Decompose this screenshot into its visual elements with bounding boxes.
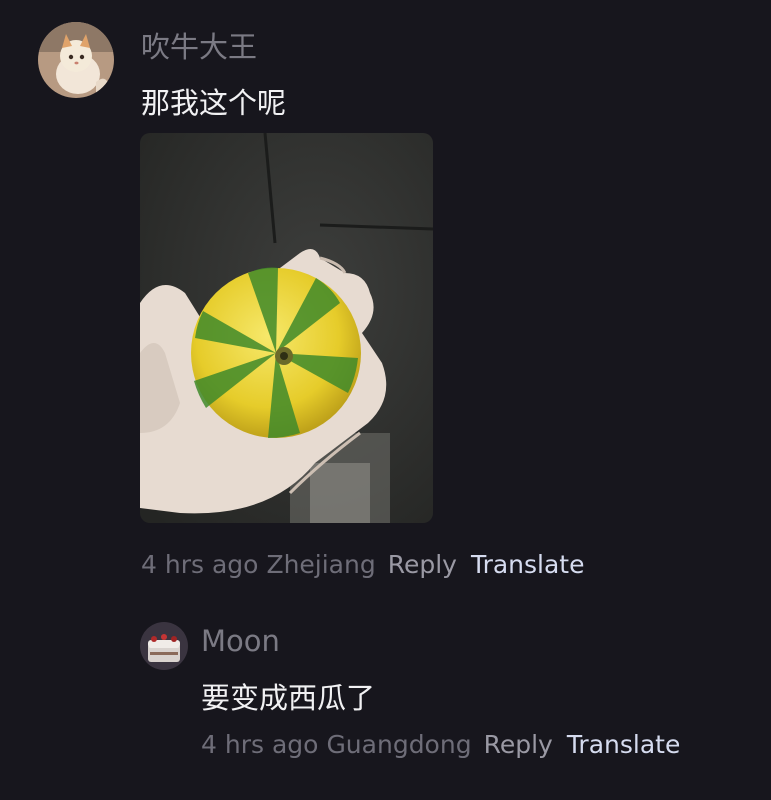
reply-username[interactable]: Moon bbox=[201, 624, 280, 658]
reply-time: 4 hrs ago bbox=[201, 730, 319, 759]
comment-username[interactable]: 吹牛大王 bbox=[141, 24, 257, 66]
reply-location: Guangdong bbox=[326, 730, 472, 759]
comment-time: 4 hrs ago bbox=[141, 550, 259, 579]
reply-reply-button[interactable]: Reply bbox=[484, 730, 553, 759]
comment-text: 那我这个呢 bbox=[141, 86, 287, 120]
reply-user-avatar[interactable] bbox=[140, 622, 188, 670]
reply-text: 要变成西瓜了 bbox=[201, 681, 376, 715]
user-avatar[interactable] bbox=[38, 22, 114, 98]
comment-meta: 4 hrs ago Zhejiang Reply Translate bbox=[141, 550, 584, 579]
comment-image[interactable] bbox=[140, 133, 433, 523]
reply-meta: 4 hrs ago Guangdong Reply Translate bbox=[201, 730, 680, 759]
cat-avatar-icon bbox=[38, 22, 114, 98]
translate-button[interactable]: Translate bbox=[471, 550, 585, 579]
reply-translate-button[interactable]: Translate bbox=[567, 730, 681, 759]
comment-item: 吹牛大王 那我这个呢 4 hrs ago Zhejiang Reply Tran… bbox=[0, 0, 771, 600]
reply-button[interactable]: Reply bbox=[388, 550, 457, 579]
reply-item: Moon 要变成西瓜了 4 hrs ago Guangdong Reply Trans… bbox=[0, 600, 771, 800]
comment-location: Zhejiang bbox=[266, 550, 376, 579]
cake-avatar-icon bbox=[140, 622, 188, 670]
hand-holding-watermelon-orange-photo-icon bbox=[140, 133, 433, 523]
